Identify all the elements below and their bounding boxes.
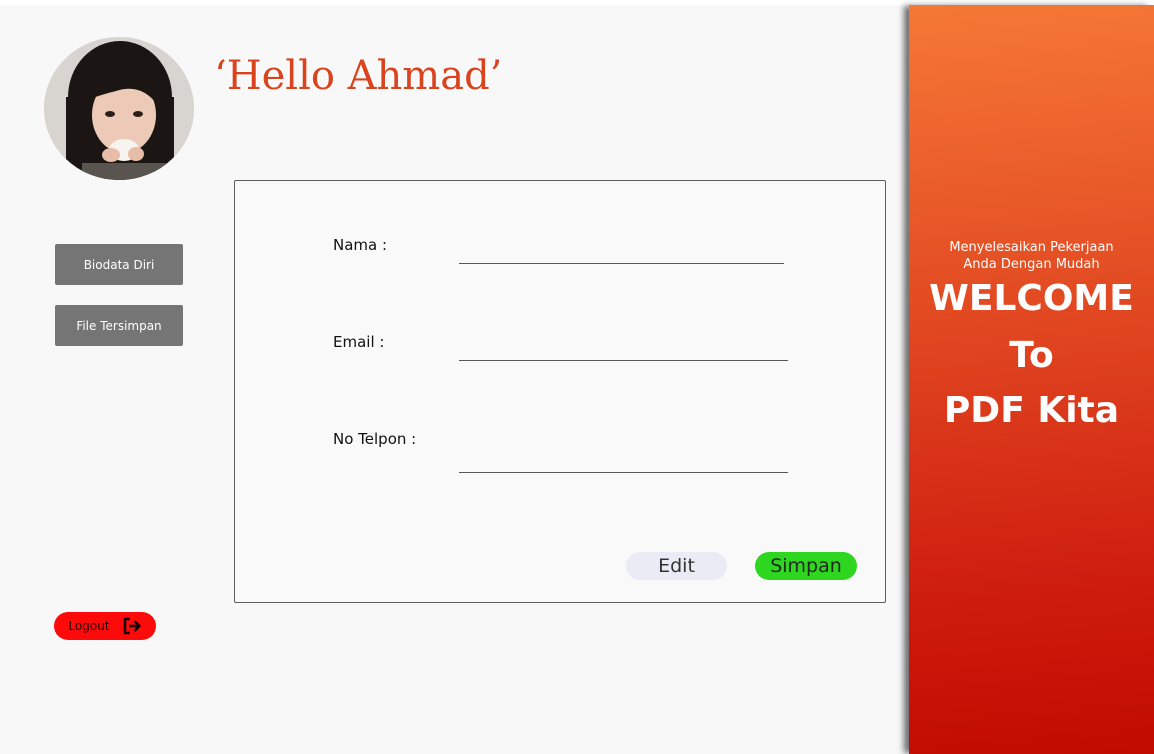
edit-button[interactable]: Edit (626, 552, 727, 580)
phone-field[interactable] (459, 449, 788, 473)
email-field[interactable] (459, 337, 788, 361)
tagline-line-1: Menyelesaikan Pekerjaan (949, 240, 1114, 255)
name-field[interactable] (459, 240, 784, 264)
logout-icon (123, 617, 141, 635)
phone-label: No Telpon : (333, 430, 417, 448)
welcome-title-line-3: PDF Kita (943, 390, 1120, 431)
user-photo-icon (44, 37, 194, 180)
welcome-panel: Menyelesaikan Pekerjaan Anda Dengan Muda… (909, 5, 1154, 754)
sidebar-item-biodata[interactable]: Biodata Diri (55, 244, 183, 285)
logout-button[interactable]: Logout (54, 612, 156, 640)
welcome-title-line-1: WELCOME (929, 278, 1134, 319)
greeting-title: ‘Hello Ahmad’ (214, 53, 503, 99)
profile-form: Nama : Email : No Telpon : Edit Simpan (234, 180, 886, 603)
welcome-title-line-2: To (1009, 335, 1054, 376)
email-label: Email : (333, 333, 385, 351)
tagline-line-2: Anda Dengan Mudah (963, 257, 1100, 272)
logout-label: Logout (68, 619, 110, 633)
save-button[interactable]: Simpan (755, 552, 857, 580)
welcome-tagline: Menyelesaikan Pekerjaan Anda Dengan Muda… (909, 239, 1154, 273)
sidebar-item-saved-files[interactable]: File Tersimpan (55, 305, 183, 346)
name-label: Nama : (333, 236, 388, 254)
profile-avatar (44, 37, 194, 180)
